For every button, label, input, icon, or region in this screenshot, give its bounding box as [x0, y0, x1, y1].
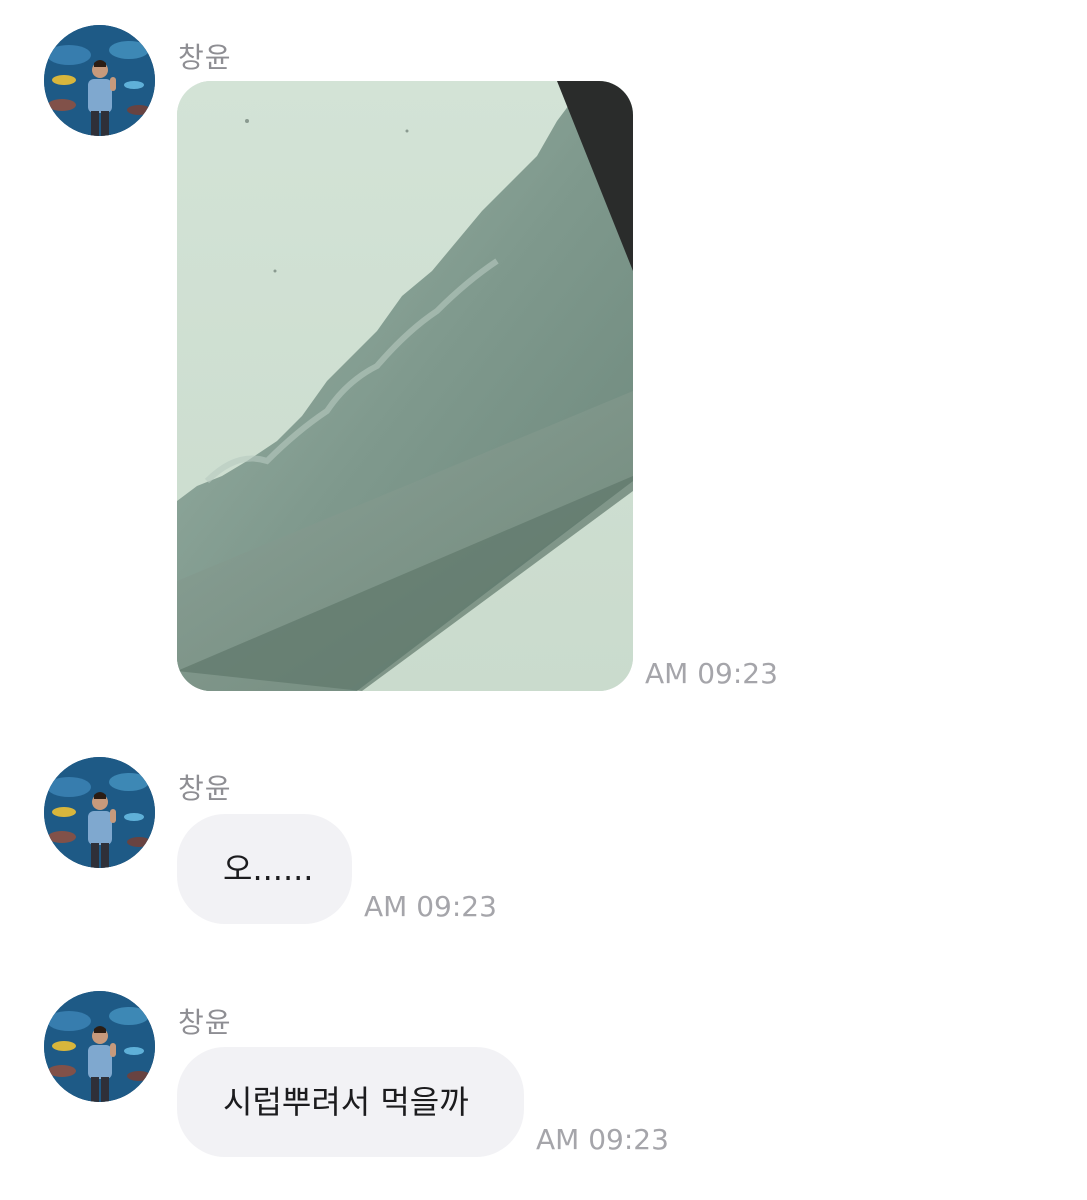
avatar[interactable]	[44, 991, 155, 1102]
avatar[interactable]	[44, 757, 155, 868]
timestamp: AM 09:23	[536, 1123, 669, 1156]
sender-name: 창윤	[178, 772, 232, 805]
message-photo[interactable]	[177, 81, 633, 691]
sender-name: 창윤	[178, 1006, 232, 1039]
timestamp: AM 09:23	[364, 890, 497, 923]
chat-view: 창윤 AM 09:23 창윤 오...... AM 09:23 창윤 시럽뿌려서…	[0, 0, 1087, 1200]
avatar[interactable]	[44, 25, 155, 136]
message-bubble[interactable]: 오......	[177, 814, 352, 924]
avatar-image	[44, 991, 155, 1102]
avatar-image	[44, 25, 155, 136]
sender-name: 창윤	[178, 41, 232, 74]
timestamp: AM 09:23	[645, 657, 778, 690]
avatar-image	[44, 757, 155, 868]
message-bubble[interactable]: 시럽뿌려서 먹을까	[177, 1047, 524, 1157]
snow-photo-image	[177, 81, 633, 691]
